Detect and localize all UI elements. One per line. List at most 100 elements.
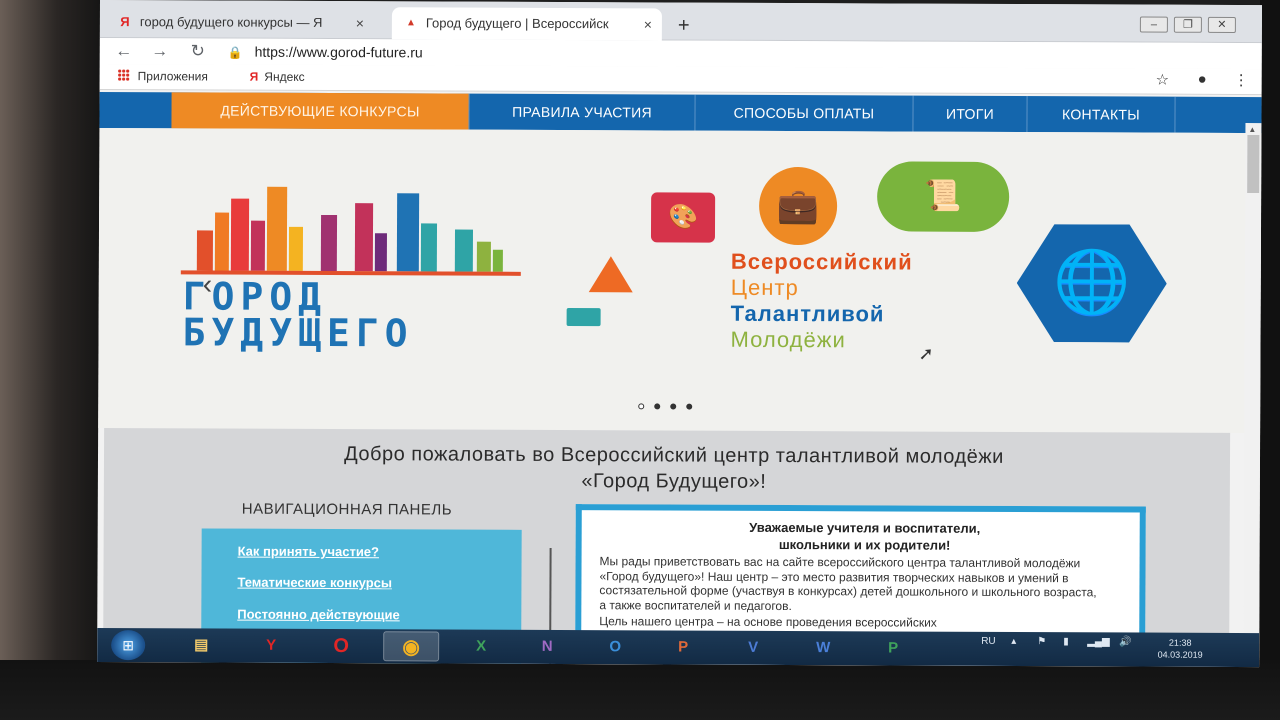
nav-active-contests[interactable]: ДЕЙСТВУЮЩИЕ КОНКУРСЫ [171, 92, 470, 130]
vctm-line: Талантливой [730, 300, 885, 327]
reload-icon[interactable]: ↻ [186, 38, 210, 64]
building-shape [476, 241, 491, 272]
slider-dot[interactable] [638, 403, 645, 410]
lock-icon: 🔒 [227, 45, 243, 60]
globe-icon: 🌐 [1017, 224, 1168, 343]
city-icon: ▲ [405, 17, 416, 29]
triangle-icon [588, 256, 633, 293]
apps-icon [117, 69, 130, 82]
vctm-line: Молодёжи [730, 326, 846, 353]
nav-panel-title: НАВИГАЦИОННАЯ ПАНЕЛЬ [241, 500, 453, 519]
greeting-heading-line: школьники и их родители! [778, 536, 951, 553]
welcome-title: Добро пожаловать во Всероссийский центр … [104, 440, 1244, 497]
building-shape [214, 212, 230, 271]
forward-arrow-icon[interactable]: → [148, 38, 172, 64]
yandex-icon: Я [120, 14, 130, 30]
hero-slider: ‹ ГОРОД БУДУЩЕГО 🎨 💼 📜 🌐 Всероссийский Ц… [98, 127, 1262, 434]
nav-contacts[interactable]: КОНТАКТЫ [1027, 96, 1176, 133]
building-shape [320, 214, 338, 272]
word-icon[interactable]: W [795, 633, 851, 663]
mouse-cursor-icon: ➚ [918, 343, 934, 364]
clock[interactable]: 21:38 04.03.2019 [1147, 637, 1213, 661]
tab-gorod-future[interactable]: ▲ Город будущего | Всероссийск × [391, 7, 662, 41]
site-navigation: ДЕЙСТВУЮЩИЕ КОНКУРСЫ ПРАВИЛА УЧАСТИЯ СПО… [99, 91, 1262, 134]
greeting-text: Мы рады приветствовать вас на сайте всер… [599, 554, 1097, 613]
building-shape [266, 186, 288, 271]
project-icon[interactable]: P [865, 633, 921, 663]
chrome-icon[interactable]: ◉ [383, 631, 440, 662]
maximize-button[interactable]: ❐ [1173, 16, 1202, 33]
bookmark-yandex[interactable]: Я Яндекс [250, 70, 305, 84]
greeting-heading: Уважаемые учителя и воспитатели, школьни… [600, 518, 1130, 554]
flag-icon[interactable]: ⚑ [1037, 636, 1046, 647]
building-shape [374, 233, 387, 272]
slider-dots [638, 396, 718, 410]
monitor-bezel-left [0, 0, 104, 720]
profile-icon[interactable]: ● [1198, 71, 1207, 88]
welcome-title-line: «Город Будущего»! [581, 470, 767, 493]
scroll-thumb[interactable] [1247, 135, 1260, 194]
visio-icon[interactable]: V [725, 633, 781, 663]
book-icon [566, 308, 601, 327]
language-indicator[interactable]: RU [981, 636, 996, 647]
slider-dot[interactable] [654, 403, 661, 410]
url-text: https://www.gorod-future.ru [254, 43, 423, 61]
slider-dot[interactable] [670, 403, 677, 410]
nav-results[interactable]: ИТОГИ [913, 95, 1028, 133]
building-shape [230, 198, 250, 271]
building-shape [420, 223, 438, 272]
outlook-icon[interactable]: O [587, 632, 643, 662]
vctm-line: Всероссийский [730, 248, 913, 275]
nav-payment-methods[interactable]: СПОСОБЫ ОПЛАТЫ [695, 94, 914, 132]
logo-line: БУДУЩЕГО [182, 310, 414, 356]
powerpoint-icon[interactable]: P [655, 632, 711, 662]
close-icon[interactable]: × [644, 8, 652, 40]
volume-icon[interactable]: 🔊 [1119, 636, 1132, 647]
windows-taskbar: ⊞ ▤ Y O ◉ X N O P V W P RU ▴ ⚑ ▮ ▂▄▆ 🔊 2… [97, 627, 1260, 668]
scroll-up-icon[interactable]: ▲ [1248, 125, 1256, 134]
signal-icon[interactable]: ▂▄▆ [1087, 636, 1110, 647]
excel-icon[interactable]: X [453, 632, 509, 662]
clock-time: 21:38 [1168, 637, 1192, 648]
monitor-bezel-bottom [0, 660, 1280, 720]
screen: Я город будущего конкурсы — Я × ▲ Город … [97, 0, 1262, 668]
bookmark-label: Приложения [137, 69, 208, 84]
star-icon[interactable]: ☆ [1156, 71, 1170, 89]
address-bar[interactable]: 🔒 https://www.gorod-future.ru [228, 41, 1128, 67]
explorer-icon[interactable]: ▤ [173, 630, 229, 660]
tab-yandex-search[interactable]: Я город будущего конкурсы — Я × [106, 6, 374, 39]
menu-kebab-icon[interactable]: ⋮ [1234, 71, 1249, 89]
onenote-icon[interactable]: N [519, 632, 575, 662]
minimize-button[interactable]: – [1139, 16, 1168, 33]
building-shape [396, 193, 420, 272]
back-arrow-icon[interactable]: ← [112, 38, 136, 64]
building-shape [250, 220, 266, 271]
tray-arrow-icon[interactable]: ▴ [1011, 636, 1016, 647]
close-icon[interactable]: × [356, 7, 364, 39]
close-window-button[interactable]: ✕ [1207, 16, 1236, 33]
nav-link-how-to-participate[interactable]: Как принять участие? [238, 544, 379, 560]
nav-link-permanent-contests[interactable]: Постоянно действующие [237, 607, 399, 623]
network-icon[interactable]: ▮ [1063, 636, 1069, 647]
start-button[interactable]: ⊞ [111, 630, 146, 661]
new-tab-button[interactable]: + [678, 15, 690, 38]
bookmark-apps[interactable]: Приложения [117, 69, 208, 84]
palette-icon: 🎨 [650, 192, 716, 243]
page-scrollbar[interactable]: ▲ [1243, 122, 1262, 668]
gorod-logo: ГОРОД БУДУЩЕГО [182, 274, 414, 356]
building-shape [196, 230, 213, 271]
building-shape [288, 226, 304, 271]
briefcase-icon: 💼 [758, 166, 838, 246]
nav-link-thematic-contests[interactable]: Тематические конкурсы [237, 575, 392, 591]
slider-dot[interactable] [686, 403, 693, 410]
monitor-bezel-right [1260, 0, 1280, 720]
yandex-browser-icon[interactable]: Y [243, 631, 299, 661]
diploma-icon: 📜 [876, 161, 1010, 232]
vctm-logo-text: Всероссийский Центр Талантливой Молодёжи [730, 249, 912, 354]
nav-participation-rules[interactable]: ПРАВИЛА УЧАСТИЯ [469, 93, 696, 131]
greeting-text-cut: Цель нашего центра – на основе проведени… [599, 614, 937, 630]
bookmarks-bar: Приложения Я Яндекс ☆ ● ⋮ [99, 63, 1262, 96]
opera-icon[interactable]: O [313, 631, 369, 661]
building-shape [454, 229, 474, 272]
vctm-line: Центр [730, 274, 799, 301]
